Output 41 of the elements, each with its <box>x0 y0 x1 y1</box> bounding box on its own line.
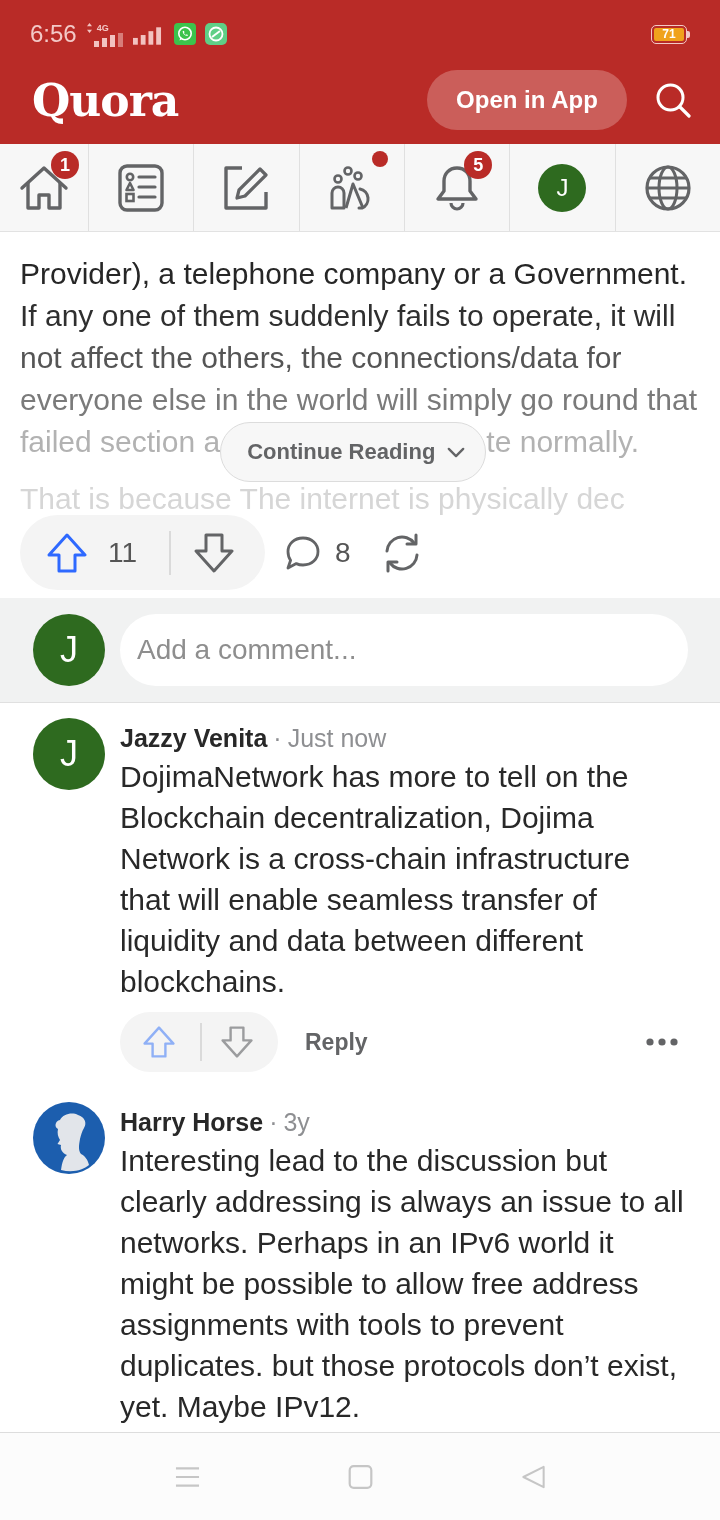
speech-bubble-icon <box>285 534 321 571</box>
answer-text-fragment: failed section a <box>20 424 221 460</box>
comments-button[interactable]: 8 <box>285 534 351 571</box>
meta-separator: · <box>269 1107 278 1138</box>
comment-text: Interesting lead to the discussion but clearly addressing is always an issue to all networks. Perhaps in an IPv6 world it might be possible to allow free address assignments with tools to prevent duplicates. but those protocols don’t exist, yet. Maybe IPv12. <box>120 1143 685 1425</box>
answer-text: Provider), a telephone company or a Government. If any one of them suddenly fails to operate, it will not affect the others, the connections/data for everyone else in the world will simply go round that <box>20 256 698 418</box>
answer-text-fragment: te normally. <box>486 424 640 460</box>
comment-text: DojimaNetwork has more to tell on the Blockchain decentralization, Dojima Network is a cross-chain infrastructure that will enable seamless transfer of liquidity and data between different blockchains. <box>120 759 632 1000</box>
signal-icon <box>132 27 162 45</box>
app-logo[interactable]: Quora <box>32 73 179 129</box>
chevron-down-icon <box>447 446 466 458</box>
network-type-label: 4G <box>96 23 109 33</box>
status-time: 6:56 <box>30 20 77 48</box>
reply-button[interactable]: Reply <box>305 1028 368 1056</box>
nav-tab[interactable]: J <box>509 144 615 231</box>
open-in-app-button[interactable]: Open in App <box>427 70 627 130</box>
comment-time: Just now <box>287 723 387 754</box>
comment-author[interactable]: Jazzy Venita <box>120 720 268 756</box>
data-arrows-icon <box>86 23 92 33</box>
upvote-arrow-icon <box>46 532 88 573</box>
profile-avatar: J <box>538 163 587 212</box>
meta-separator: · <box>273 723 282 754</box>
notification-badge: 5 <box>464 151 493 179</box>
user-silhouette-icon[interactable] <box>33 1102 105 1174</box>
comment-input[interactable]: Add a comment... <box>120 614 688 686</box>
nav-tab[interactable]: 1 <box>0 144 88 231</box>
upvote-button[interactable]: 11 <box>46 532 138 573</box>
signal-icon <box>93 32 124 47</box>
battery-indicator: 71 <box>651 24 690 44</box>
notification-badge: 1 <box>51 151 79 179</box>
downvote-arrow-icon[interactable] <box>192 532 235 573</box>
more-options-icon[interactable] <box>646 1038 678 1046</box>
app-icon <box>204 23 227 45</box>
nav-tab[interactable]: 5 <box>404 144 510 231</box>
continue-reading-button[interactable]: Continue Reading <box>220 422 487 482</box>
user-avatar: J <box>33 614 105 686</box>
chat-app-icon <box>173 23 196 45</box>
comment-time: 3y <box>283 1107 310 1138</box>
comment-author[interactable]: Harry Horse <box>120 1104 264 1140</box>
search-icon[interactable] <box>655 82 691 118</box>
user-avatar[interactable]: J <box>33 718 105 790</box>
